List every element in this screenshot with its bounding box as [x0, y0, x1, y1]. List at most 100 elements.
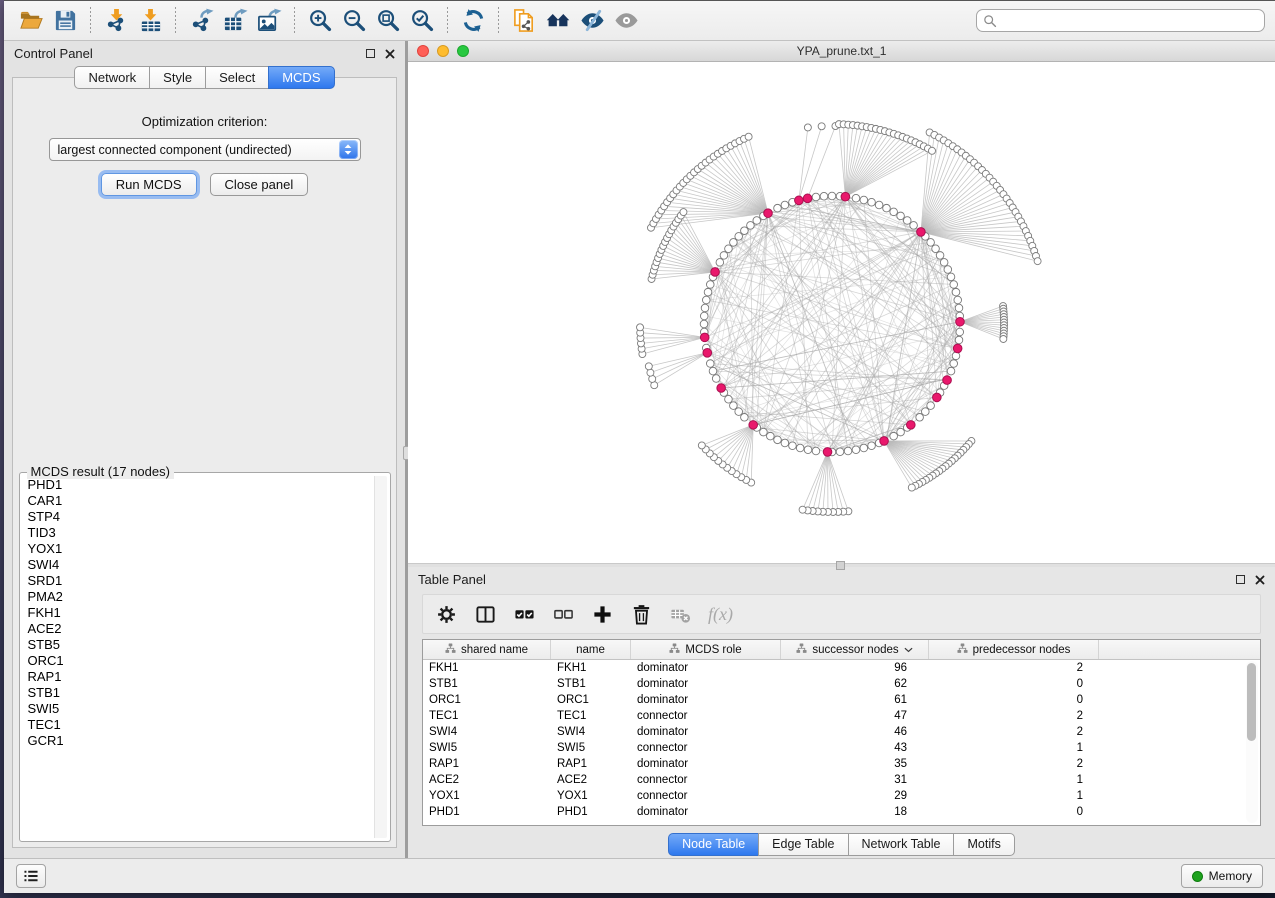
column-header-MCDS-role[interactable]: MCDS role [631, 640, 781, 659]
mcds-result-item[interactable]: STB5 [23, 637, 373, 653]
dominator-node[interactable] [917, 228, 926, 237]
node[interactable] [844, 447, 852, 455]
table-cell[interactable]: connector [631, 710, 781, 722]
select-all-icon[interactable] [513, 603, 535, 625]
table-cell[interactable]: SWI5 [551, 742, 631, 754]
table-cell[interactable]: ORC1 [423, 694, 551, 706]
search-input[interactable] [1001, 13, 1258, 29]
node[interactable] [836, 448, 844, 456]
node[interactable] [706, 281, 714, 289]
table-cell[interactable]: STB1 [423, 678, 551, 690]
network-canvas[interactable] [408, 62, 1275, 563]
table-cell[interactable]: 0 [929, 806, 1099, 818]
dominator-node[interactable] [823, 448, 832, 457]
dominator-node[interactable] [749, 421, 758, 430]
node[interactable] [950, 281, 958, 289]
table-row[interactable]: FKH1FKH1dominator962 [423, 660, 1260, 676]
leaf-node[interactable] [818, 123, 825, 130]
import-table-icon[interactable] [135, 6, 165, 36]
leaf-node[interactable] [645, 363, 652, 370]
node[interactable] [725, 245, 733, 253]
memory-button[interactable]: Memory [1181, 864, 1263, 888]
dominator-node[interactable] [953, 344, 962, 353]
mcds-result-item[interactable]: PMA2 [23, 589, 373, 605]
table-cell[interactable]: ACE2 [423, 774, 551, 786]
node[interactable] [947, 367, 955, 375]
leaf-node[interactable] [745, 133, 752, 140]
node[interactable] [741, 414, 749, 422]
dominator-node[interactable] [803, 194, 812, 203]
window-close-button[interactable] [417, 45, 429, 57]
node[interactable] [781, 201, 789, 209]
table-cell[interactable]: connector [631, 742, 781, 754]
leaf-node[interactable] [908, 484, 915, 491]
dominator-node[interactable] [956, 317, 965, 326]
node[interactable] [712, 375, 720, 383]
table-row[interactable]: SWI4SWI4dominator462 [423, 724, 1260, 740]
zoom-fit-icon[interactable] [373, 6, 403, 36]
node[interactable] [940, 259, 948, 267]
mcds-result-list[interactable]: PHD1CAR1STP4TID3YOX1SWI4SRD1PMA2FKH1ACE2… [23, 477, 373, 838]
node[interactable] [767, 432, 775, 440]
delete-icon[interactable] [630, 603, 652, 625]
dominator-node[interactable] [795, 196, 804, 205]
table-cell[interactable]: 43 [781, 742, 929, 754]
export-image-icon[interactable] [254, 6, 284, 36]
node[interactable] [774, 204, 782, 212]
mcds-result-item[interactable]: ACE2 [23, 621, 373, 637]
save-session-icon[interactable] [50, 6, 80, 36]
deselect-all-icon[interactable] [552, 603, 574, 625]
node[interactable] [927, 402, 935, 410]
network-window-titlebar[interactable]: YPA_prune.txt_1 [408, 41, 1275, 62]
node[interactable] [753, 217, 761, 225]
criterion-select[interactable]: largest connected component (undirected) [49, 138, 361, 161]
window-minimize-button[interactable] [437, 45, 449, 57]
table-cell[interactable]: dominator [631, 726, 781, 738]
mcds-result-item[interactable]: YOX1 [23, 541, 373, 557]
table-scrollbar-thumb[interactable] [1247, 663, 1256, 741]
float-table-panel-icon[interactable] [1236, 575, 1245, 584]
zoom-out-icon[interactable] [339, 6, 369, 36]
node[interactable] [730, 402, 738, 410]
table-cell[interactable]: 46 [781, 726, 929, 738]
tab-motifs[interactable]: Motifs [953, 833, 1014, 856]
node[interactable] [706, 360, 714, 368]
table-row[interactable]: PHD1PHD1dominator180 [423, 804, 1260, 820]
table-cell[interactable]: 1 [929, 742, 1099, 754]
window-zoom-button[interactable] [457, 45, 469, 57]
node[interactable] [812, 193, 820, 201]
table-row[interactable]: ACE2ACE2connector311 [423, 772, 1260, 788]
dominator-node[interactable] [717, 384, 726, 393]
table-cell[interactable]: 2 [929, 710, 1099, 722]
export-network-icon[interactable] [186, 6, 216, 36]
mcds-result-item[interactable]: SRD1 [23, 573, 373, 589]
node[interactable] [852, 446, 860, 454]
node[interactable] [955, 304, 963, 312]
node[interactable] [804, 446, 812, 454]
leaf-node[interactable] [637, 324, 644, 331]
table-cell[interactable]: 35 [781, 758, 929, 770]
import-network-icon[interactable] [101, 6, 131, 36]
table-cell[interactable]: SWI4 [551, 726, 631, 738]
node[interactable] [944, 266, 952, 274]
node[interactable] [741, 227, 749, 235]
table-cell[interactable]: 1 [929, 774, 1099, 786]
table-cell[interactable]: dominator [631, 662, 781, 674]
node[interactable] [897, 428, 905, 436]
table-cell[interactable]: RAP1 [551, 758, 631, 770]
node[interactable] [700, 312, 708, 320]
node[interactable] [789, 442, 797, 450]
mcds-result-item[interactable]: STB1 [23, 685, 373, 701]
search-box[interactable] [976, 9, 1265, 32]
node[interactable] [720, 252, 728, 260]
node[interactable] [735, 233, 743, 241]
clone-network-icon[interactable] [509, 6, 539, 36]
table-cell[interactable]: 96 [781, 662, 929, 674]
column-header-predecessor-nodes[interactable]: predecessor nodes [929, 640, 1099, 659]
node[interactable] [883, 204, 891, 212]
table-cell[interactable]: 61 [781, 694, 929, 706]
column-header-name[interactable]: name [551, 640, 631, 659]
node[interactable] [812, 447, 820, 455]
table-row[interactable]: RAP1RAP1dominator352 [423, 756, 1260, 772]
node[interactable] [781, 439, 789, 447]
